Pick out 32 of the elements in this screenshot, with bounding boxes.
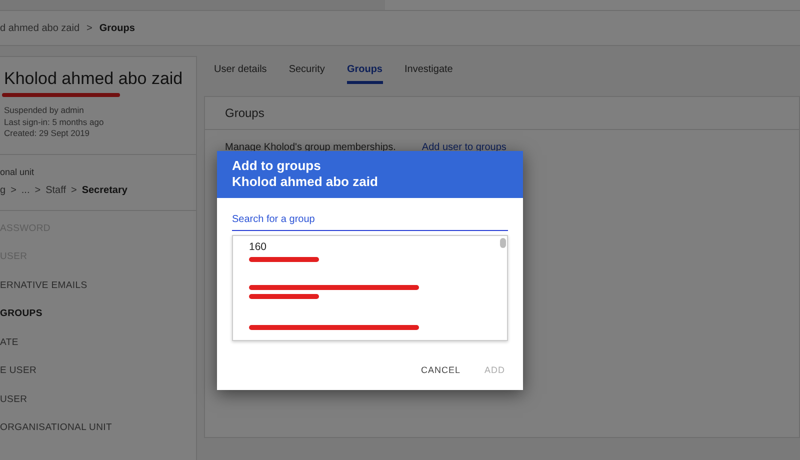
action-item[interactable]: ERNATIVE EMAILS: [0, 280, 196, 308]
group-name[interactable]: 160: [249, 241, 507, 253]
user-name: Kholod ahmed abo zaid: [4, 69, 184, 89]
action-item[interactable]: E USER: [0, 365, 196, 394]
separator-icon: >: [86, 22, 92, 34]
user-detail: Created: 29 Sept 2019: [4, 128, 91, 140]
dialog-title: Add to groups: [232, 158, 322, 174]
scrollbar-thumb[interactable]: [500, 238, 506, 248]
separator-icon: >: [10, 184, 16, 196]
breadcrumb-item[interactable]: Groups: [99, 22, 135, 34]
user-detail: Suspended by admin: [4, 105, 85, 116]
tab[interactable]: Groups: [346, 64, 382, 84]
breadcrumb-item[interactable]: d ahmed abo zaid: [0, 22, 80, 34]
cancel-button[interactable]: CANCEL: [412, 359, 468, 381]
panel-title: Groups: [205, 97, 799, 130]
user-detail: Last sign-in: 5 months ago: [4, 116, 105, 128]
action-item[interactable]: ATE: [0, 336, 196, 365]
org-unit-label: onal unit: [0, 166, 36, 176]
tab[interactable]: Security: [288, 64, 325, 84]
tab[interactable]: Investigate: [404, 64, 453, 84]
org-unit-path: Secretary: [82, 184, 128, 196]
separator-icon: >: [34, 184, 41, 196]
action-item[interactable]: ORGANISATIONAL UNIT: [0, 422, 196, 450]
search-field[interactable]: Search for a group: [232, 212, 508, 231]
separator-icon: >: [70, 184, 77, 196]
org-unit-path: ...: [21, 184, 30, 196]
tab[interactable]: User details: [214, 64, 267, 84]
action-item[interactable]: GROUPS: [0, 308, 196, 336]
action-item[interactable]: USER: [0, 394, 196, 422]
org-unit-path: g: [0, 184, 6, 196]
dialog-subtitle: Kholod ahmed abo zaid: [232, 174, 379, 190]
org-unit-path: Staff: [46, 184, 66, 196]
